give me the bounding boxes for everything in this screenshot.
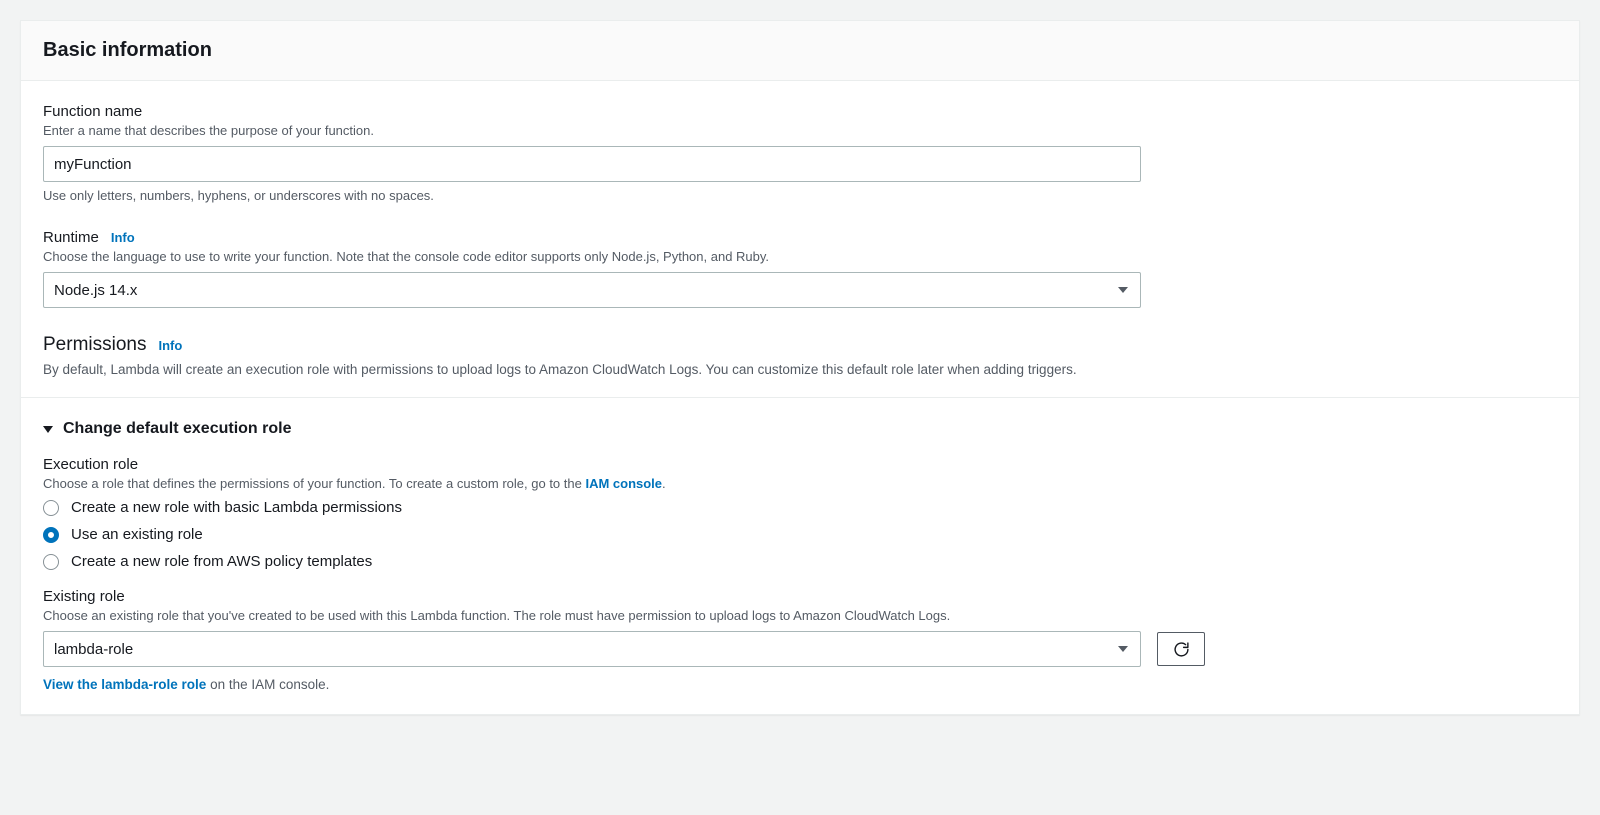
basic-information-panel: Basic information Function name Enter a … <box>20 20 1580 715</box>
chevron-down-icon <box>1118 646 1128 652</box>
panel-title: Basic information <box>43 39 1557 62</box>
runtime-selected-value: Node.js 14.x <box>54 282 137 299</box>
permissions-info-link[interactable]: Info <box>158 338 182 353</box>
execution-role-radio-group: Create a new role with basic Lambda perm… <box>43 499 1557 570</box>
refresh-button[interactable] <box>1157 632 1205 666</box>
permissions-desc: By default, Lambda will create an execut… <box>43 362 1557 377</box>
radio-create-new-basic[interactable]: Create a new role with basic Lambda perm… <box>43 499 1557 516</box>
radio-label: Create a new role with basic Lambda perm… <box>71 499 402 516</box>
expander-title: Change default execution role <box>63 420 291 438</box>
function-name-help: Enter a name that describes the purpose … <box>43 123 1557 138</box>
change-execution-role-expander[interactable]: Change default execution role <box>43 420 1557 438</box>
execution-role-help: Choose a role that defines the permissio… <box>43 476 1557 491</box>
radio-label: Create a new role from AWS policy templa… <box>71 553 372 570</box>
existing-role-footer: View the lambda-role role on the IAM con… <box>43 677 1557 692</box>
function-name-input[interactable] <box>43 146 1141 182</box>
permissions-label: Permissions <box>43 334 146 356</box>
divider <box>21 397 1579 398</box>
panel-header: Basic information <box>21 21 1579 81</box>
view-role-link[interactable]: View the lambda-role role <box>43 677 206 692</box>
radio-create-from-templates[interactable]: Create a new role from AWS policy templa… <box>43 553 1557 570</box>
function-name-label: Function name <box>43 103 1557 120</box>
existing-role-label: Existing role <box>43 588 1557 605</box>
radio-icon <box>43 527 59 543</box>
function-name-field: Function name Enter a name that describe… <box>43 103 1557 203</box>
refresh-icon <box>1173 641 1190 658</box>
runtime-label-row: Runtime Info <box>43 229 1557 246</box>
runtime-select[interactable]: Node.js 14.x <box>43 272 1141 308</box>
runtime-info-link[interactable]: Info <box>111 230 135 245</box>
existing-role-row: lambda-role <box>43 631 1557 667</box>
radio-icon <box>43 554 59 570</box>
existing-role-help: Choose an existing role that you've crea… <box>43 608 1557 623</box>
existing-role-field: Existing role Choose an existing role th… <box>43 588 1557 692</box>
iam-console-link[interactable]: IAM console <box>585 476 662 491</box>
execution-role-label: Execution role <box>43 456 1557 473</box>
permissions-title-row: Permissions Info <box>43 334 1557 356</box>
radio-icon <box>43 500 59 516</box>
panel-body: Function name Enter a name that describe… <box>21 81 1579 714</box>
permissions-section: Permissions Info By default, Lambda will… <box>43 334 1557 377</box>
function-name-hint: Use only letters, numbers, hyphens, or u… <box>43 188 1557 203</box>
chevron-down-icon <box>43 426 53 433</box>
existing-role-selected-value: lambda-role <box>54 641 133 658</box>
radio-label: Use an existing role <box>71 526 203 543</box>
chevron-down-icon <box>1118 287 1128 293</box>
runtime-label: Runtime <box>43 229 99 246</box>
radio-use-existing[interactable]: Use an existing role <box>43 526 1557 543</box>
runtime-help: Choose the language to use to write your… <box>43 249 1557 264</box>
existing-role-select[interactable]: lambda-role <box>43 631 1141 667</box>
runtime-field: Runtime Info Choose the language to use … <box>43 229 1557 308</box>
execution-role-field: Execution role Choose a role that define… <box>43 456 1557 570</box>
